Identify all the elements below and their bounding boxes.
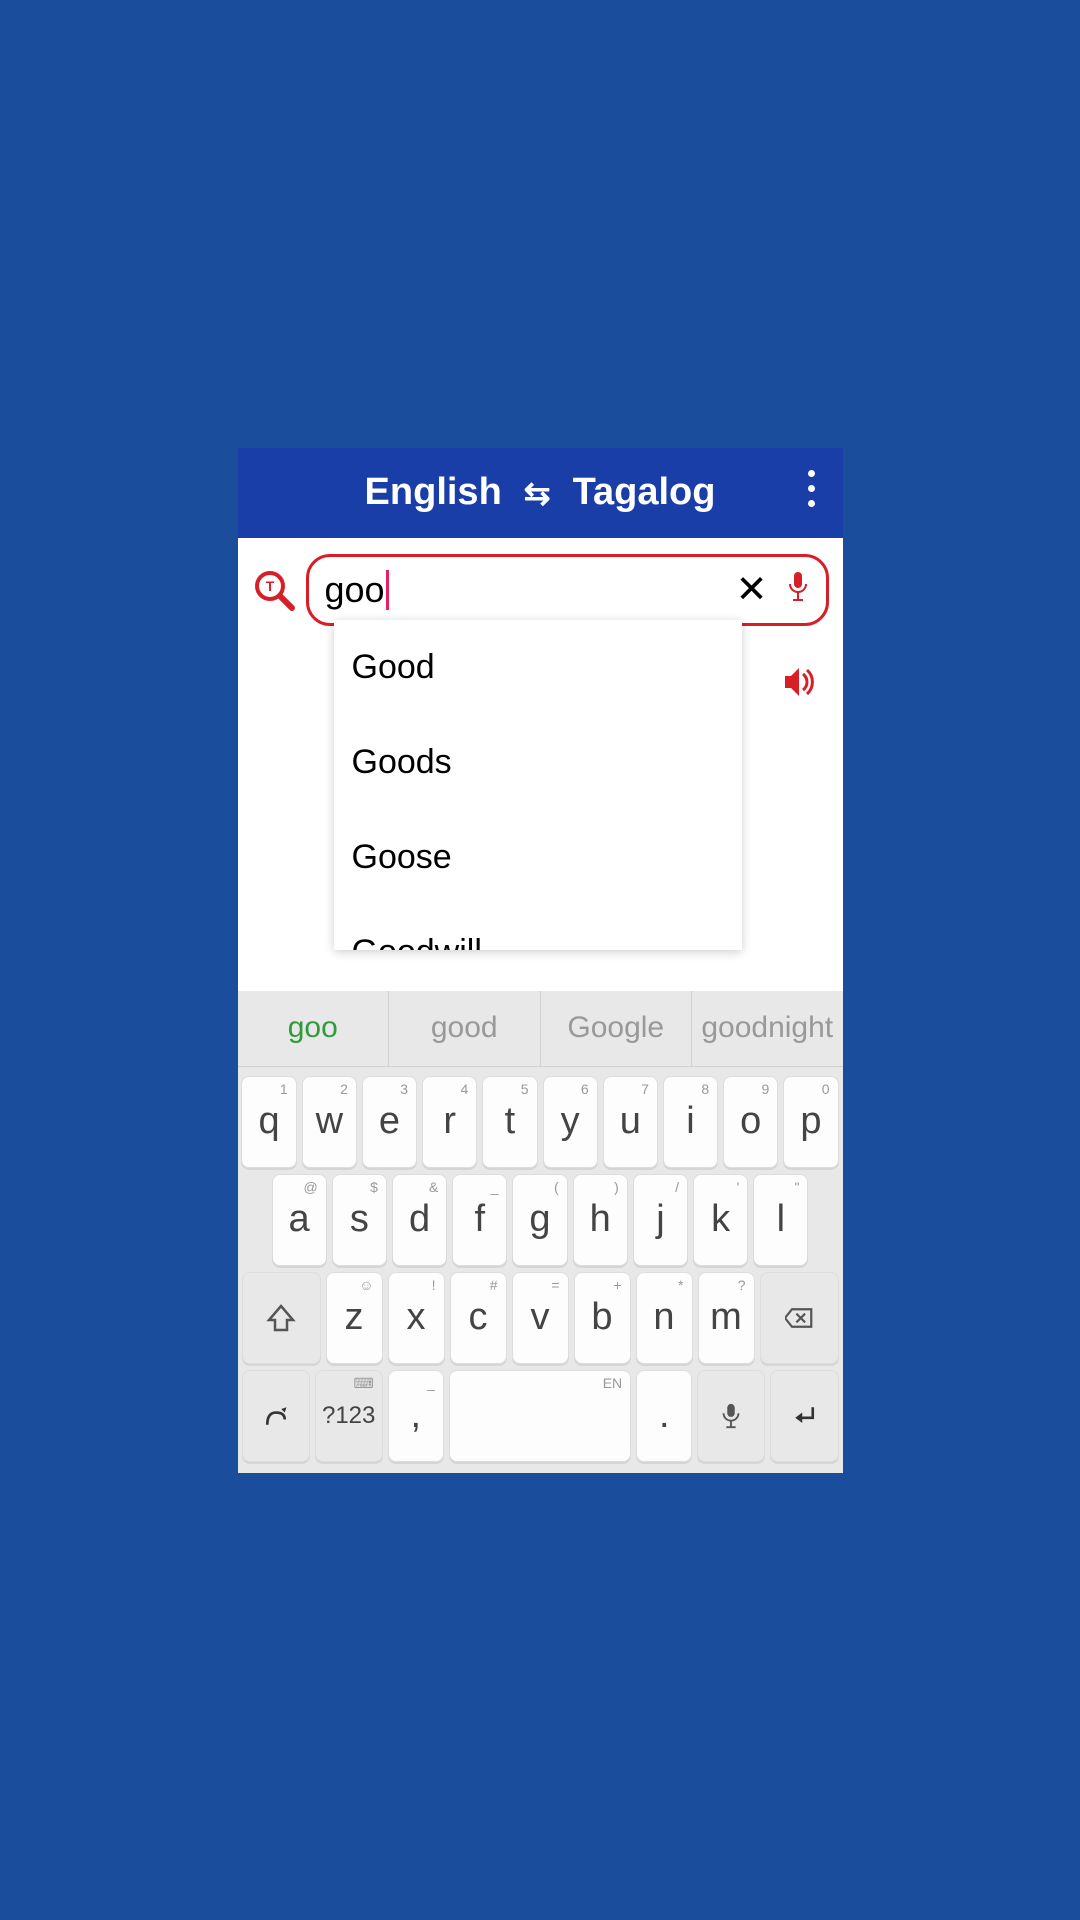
key-a[interactable]: a@ <box>272 1174 327 1266</box>
key-j[interactable]: j/ <box>633 1174 688 1266</box>
key-p[interactable]: p0 <box>783 1076 838 1168</box>
key-m[interactable]: m? <box>698 1272 755 1364</box>
search-input-text: goo <box>325 569 385 611</box>
autocomplete-item[interactable]: Good <box>334 620 742 715</box>
clear-input-icon[interactable]: ✕ <box>730 563 774 616</box>
key-y[interactable]: y6 <box>543 1076 598 1168</box>
search-box: goo ✕ <box>306 554 829 626</box>
swipe-key[interactable] <box>242 1370 310 1462</box>
backspace-key[interactable] <box>760 1272 839 1364</box>
key-n[interactable]: n* <box>636 1272 693 1364</box>
key-t[interactable]: t5 <box>482 1076 537 1168</box>
period-key[interactable]: . <box>636 1370 692 1462</box>
key-w[interactable]: w2 <box>302 1076 357 1168</box>
key-k[interactable]: k' <box>693 1174 748 1266</box>
key-s[interactable]: s$ <box>332 1174 387 1266</box>
autocomplete-item[interactable]: Goodwill <box>334 905 742 950</box>
keyboard-rows: q1w2e3r4t5y6u7i8o9p0 a@s$d&f_g(h)j/k'l" … <box>238 1067 843 1473</box>
key-v[interactable]: v= <box>512 1272 569 1364</box>
keyboard-mic-key[interactable] <box>697 1370 765 1462</box>
app-window: English ⇆ Tagalog T goo ✕ Good Go <box>238 448 843 1473</box>
overflow-menu-icon[interactable] <box>804 466 819 511</box>
key-x[interactable]: x! <box>388 1272 445 1364</box>
shift-key[interactable] <box>242 1272 321 1364</box>
search-area: T goo ✕ Good Goods Goose Goodwill <box>238 538 843 991</box>
key-g[interactable]: g( <box>512 1174 567 1266</box>
key-l[interactable]: l" <box>753 1174 808 1266</box>
key-h[interactable]: h) <box>573 1174 628 1266</box>
key-r[interactable]: r4 <box>422 1076 477 1168</box>
svg-text:T: T <box>265 578 274 594</box>
keyboard-row: a@s$d&f_g(h)j/k'l" <box>242 1171 839 1269</box>
enter-key[interactable] <box>770 1370 838 1462</box>
search-mode-icon[interactable]: T <box>252 568 296 612</box>
key-b[interactable]: b+ <box>574 1272 631 1364</box>
source-language-label[interactable]: English <box>365 471 502 514</box>
key-f[interactable]: f_ <box>452 1174 507 1266</box>
speaker-icon[interactable] <box>783 666 819 703</box>
key-z[interactable]: z☺ <box>326 1272 383 1364</box>
autocomplete-item[interactable]: Goods <box>334 715 742 810</box>
on-screen-keyboard: goo good Google goodnight q1w2e3r4t5y6u7… <box>238 991 843 1473</box>
key-c[interactable]: c# <box>450 1272 507 1364</box>
keyboard-suggestion[interactable]: goo <box>238 991 390 1066</box>
keyboard-row: z☺x!c#v=b+n*m? <box>242 1269 839 1367</box>
key-u[interactable]: u7 <box>603 1076 658 1168</box>
autocomplete-dropdown: Good Goods Goose Goodwill <box>334 620 742 950</box>
key-q[interactable]: q1 <box>241 1076 296 1168</box>
key-e[interactable]: e3 <box>362 1076 417 1168</box>
space-key[interactable]: EN <box>449 1370 631 1462</box>
header-bar: English ⇆ Tagalog <box>238 448 843 538</box>
key-d[interactable]: d& <box>392 1174 447 1266</box>
target-language-label[interactable]: Tagalog <box>573 471 716 514</box>
search-input[interactable]: goo <box>325 569 718 611</box>
key-o[interactable]: o9 <box>723 1076 778 1168</box>
comma-key[interactable]: ,_ <box>388 1370 444 1462</box>
keyboard-row: ?123⌨,_EN. <box>242 1367 839 1465</box>
search-row: T goo ✕ <box>252 554 829 626</box>
text-caret <box>386 570 389 610</box>
keyboard-suggestion[interactable]: goodnight <box>692 991 843 1066</box>
keyboard-row: q1w2e3r4t5y6u7i8o9p0 <box>242 1073 839 1171</box>
key-i[interactable]: i8 <box>663 1076 718 1168</box>
swap-languages-icon[interactable]: ⇆ <box>524 474 551 512</box>
keyboard-suggestion[interactable]: Google <box>541 991 693 1066</box>
microphone-icon[interactable] <box>786 572 810 607</box>
keyboard-suggestions-bar: goo good Google goodnight <box>238 991 843 1067</box>
symbols-key[interactable]: ?123⌨ <box>315 1370 383 1462</box>
keyboard-suggestion[interactable]: good <box>389 991 541 1066</box>
autocomplete-item[interactable]: Goose <box>334 810 742 905</box>
